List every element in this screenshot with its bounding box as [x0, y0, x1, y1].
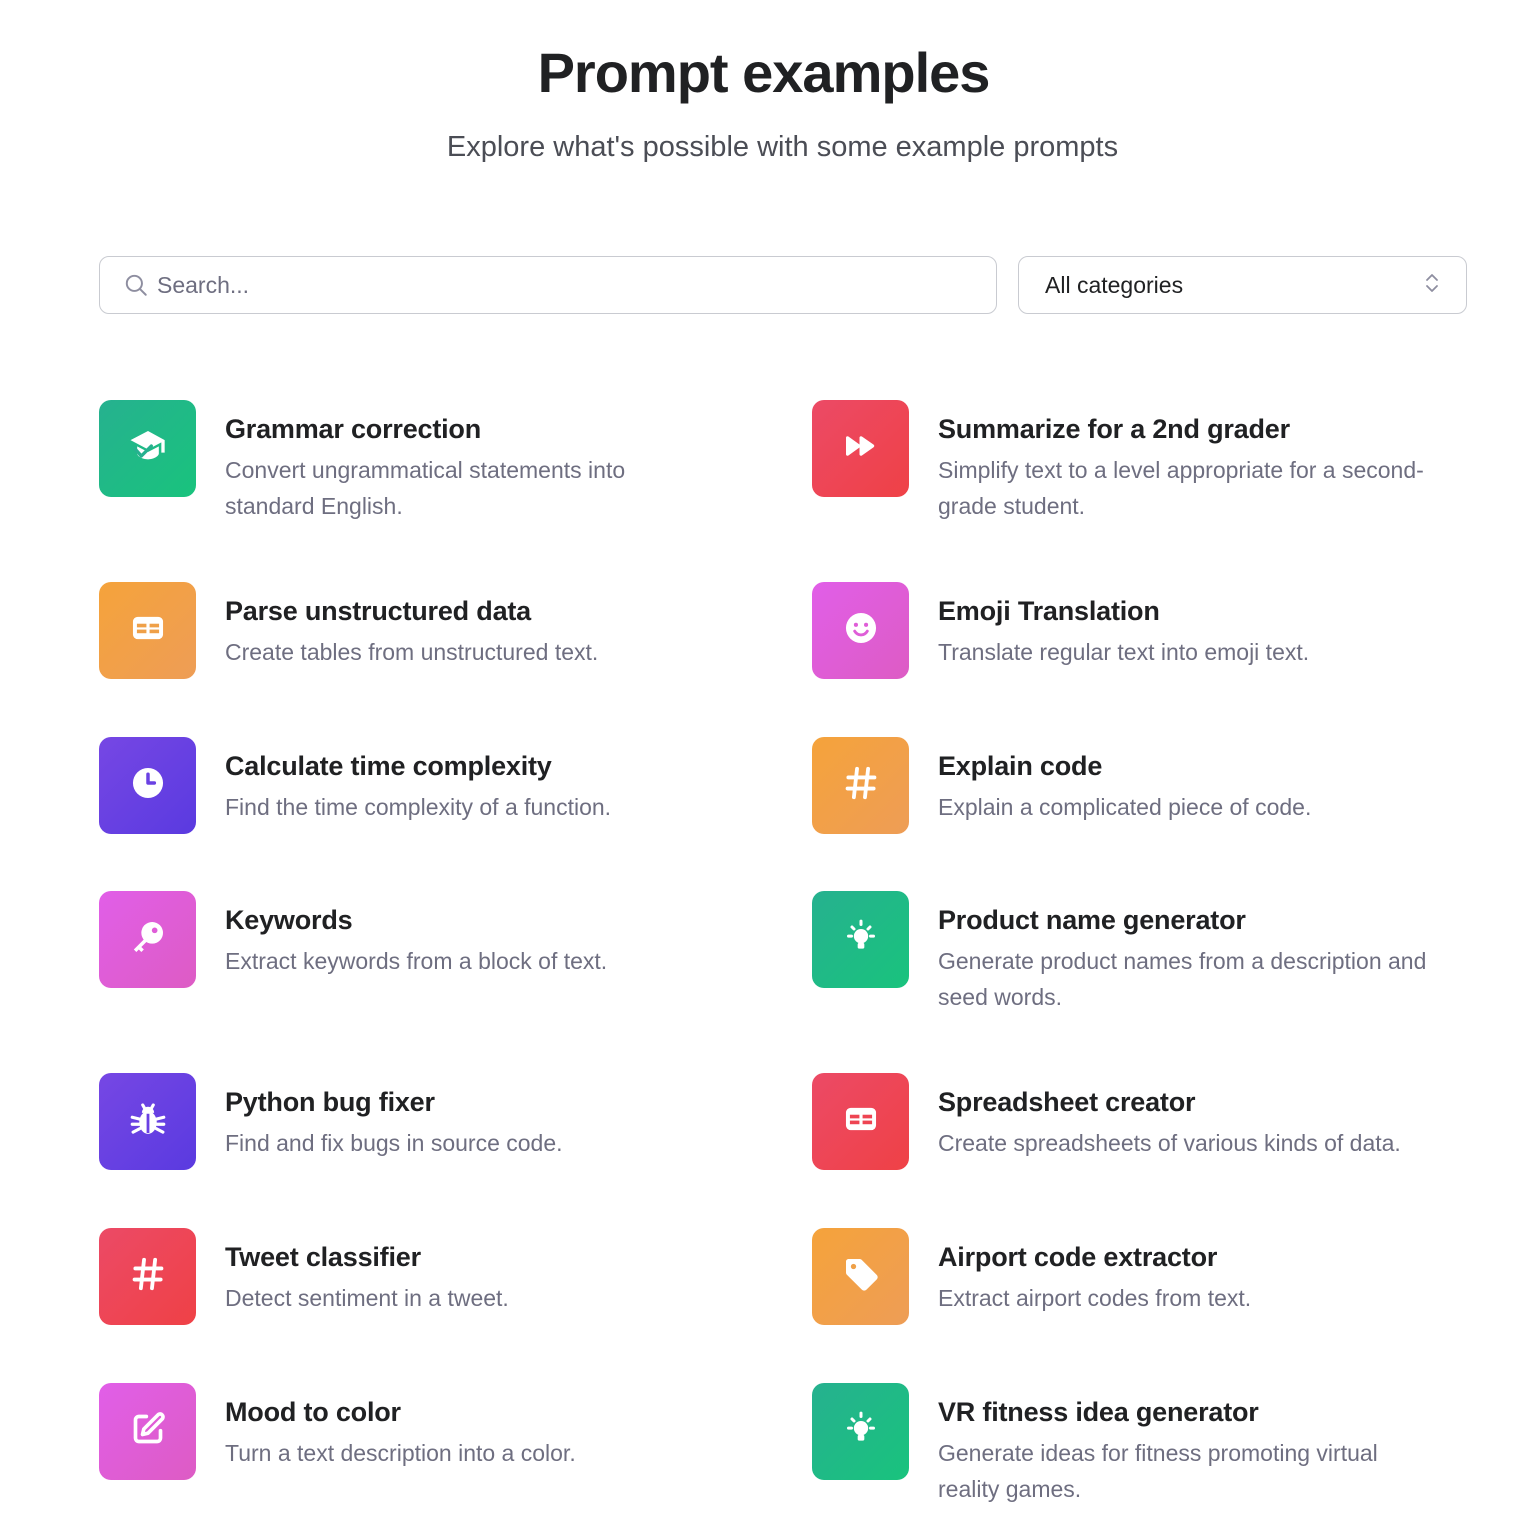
example-icon-tile — [99, 1228, 196, 1325]
lightbulb-icon — [841, 917, 881, 962]
category-select[interactable]: All categories — [1018, 256, 1467, 314]
example-icon-tile — [812, 1383, 909, 1480]
example-title: Spreadsheet creator — [938, 1087, 1196, 1117]
hashtag-icon — [129, 1255, 167, 1298]
hashtag-icon — [842, 764, 880, 807]
key-icon — [128, 917, 168, 962]
example-description: Find the time complexity of a function. — [225, 794, 612, 820]
search-input[interactable] — [157, 257, 996, 313]
example-icon-tile — [812, 1228, 909, 1325]
example-card-python-bug-fixer[interactable]: Python bug fixer Find and fix bugs in so… — [99, 1073, 715, 1170]
clock-icon — [129, 764, 167, 807]
example-description: Create spreadsheets of various kinds of … — [938, 1130, 1401, 1156]
table-icon — [842, 1100, 880, 1143]
example-card-tweet-classifier[interactable]: Tweet classifier Detect sentiment in a t… — [99, 1228, 715, 1325]
table-icon — [129, 609, 167, 652]
search-icon — [121, 270, 151, 300]
page-title: Prompt examples — [537, 41, 991, 104]
example-title: Summarize for a 2nd grader — [938, 414, 1290, 444]
bug-icon — [127, 1098, 169, 1145]
page-subtitle: Explore what's possible with some exampl… — [446, 131, 1119, 163]
example-title: Parse unstructured data — [225, 596, 531, 626]
example-title: Grammar correction — [225, 414, 481, 444]
example-icon-tile — [99, 582, 196, 679]
example-title: Airport code extractor — [938, 1242, 1218, 1272]
graduation-cap-icon — [128, 426, 168, 471]
tag-icon — [841, 1254, 881, 1299]
example-title: Product name generator — [938, 905, 1246, 935]
example-icon-tile — [812, 400, 909, 497]
example-card-summarize-2nd-grader[interactable]: Summarize for a 2nd grader Simplify text… — [812, 400, 1428, 524]
example-card-explain-code[interactable]: Explain code Explain a complicated piece… — [812, 737, 1428, 834]
example-title: Tweet classifier — [225, 1242, 421, 1272]
example-icon-tile — [99, 1073, 196, 1170]
example-card-product-name-generator[interactable]: Product name generator Generate product … — [812, 891, 1428, 1015]
example-description: Convert ungrammatical statements into st… — [225, 457, 626, 519]
example-description: Extract keywords from a block of text. — [225, 948, 608, 974]
example-icon-tile — [99, 891, 196, 988]
example-icon-tile — [812, 582, 909, 679]
example-description: Generate ideas for fitness promoting vir… — [938, 1440, 1378, 1502]
edit-icon — [128, 1409, 168, 1454]
example-card-calculate-time-complexity[interactable]: Calculate time complexity Find the time … — [99, 737, 715, 834]
example-description: Translate regular text into emoji text. — [938, 639, 1310, 665]
example-description: Extract airport codes from text. — [938, 1285, 1252, 1311]
example-description: Explain a complicated piece of code. — [938, 794, 1312, 820]
example-title: Emoji Translation — [938, 596, 1160, 626]
smiley-icon — [842, 609, 880, 652]
example-card-grammar-correction[interactable]: Grammar correction Convert ungrammatical… — [99, 400, 715, 524]
lightbulb-icon — [841, 1409, 881, 1454]
example-icon-tile — [99, 400, 196, 497]
search-box[interactable] — [99, 256, 997, 314]
example-title: Keywords — [225, 905, 353, 935]
example-card-mood-to-color[interactable]: Mood to color Turn a text description in… — [99, 1383, 715, 1480]
example-description: Find and fix bugs in source code. — [225, 1130, 563, 1156]
example-description: Simplify text to a level appropriate for… — [938, 457, 1424, 519]
example-title: VR fitness idea generator — [938, 1397, 1259, 1427]
example-card-parse-unstructured-data[interactable]: Parse unstructured data Create tables fr… — [99, 582, 715, 679]
example-card-airport-code-extractor[interactable]: Airport code extractor Extract airport c… — [812, 1228, 1428, 1325]
example-icon-tile — [99, 737, 196, 834]
example-description: Detect sentiment in a tweet. — [225, 1285, 509, 1311]
example-icon-tile — [812, 737, 909, 834]
example-card-spreadsheet-creator[interactable]: Spreadsheet creator Create spreadsheets … — [812, 1073, 1428, 1170]
example-title: Explain code — [938, 751, 1103, 781]
chevron-up-down-icon — [1424, 272, 1440, 299]
example-title: Calculate time complexity — [225, 751, 552, 781]
example-title: Mood to color — [225, 1397, 401, 1427]
example-card-emoji-translation[interactable]: Emoji Translation Translate regular text… — [812, 582, 1428, 679]
example-description: Generate product names from a descriptio… — [938, 948, 1427, 1010]
example-icon-tile — [812, 1073, 909, 1170]
category-select-value: All categories — [1045, 271, 1184, 298]
example-card-vr-fitness-idea-generator[interactable]: VR fitness idea generator Generate ideas… — [812, 1383, 1428, 1507]
example-icon-tile — [99, 1383, 196, 1480]
example-card-keywords[interactable]: Keywords Extract keywords from a block o… — [99, 891, 715, 988]
example-icon-tile — [812, 891, 909, 988]
example-description: Create tables from unstructured text. — [225, 639, 599, 665]
fast-forward-icon — [843, 428, 879, 469]
example-description: Turn a text description into a color. — [225, 1440, 576, 1466]
example-title: Python bug fixer — [225, 1087, 435, 1117]
